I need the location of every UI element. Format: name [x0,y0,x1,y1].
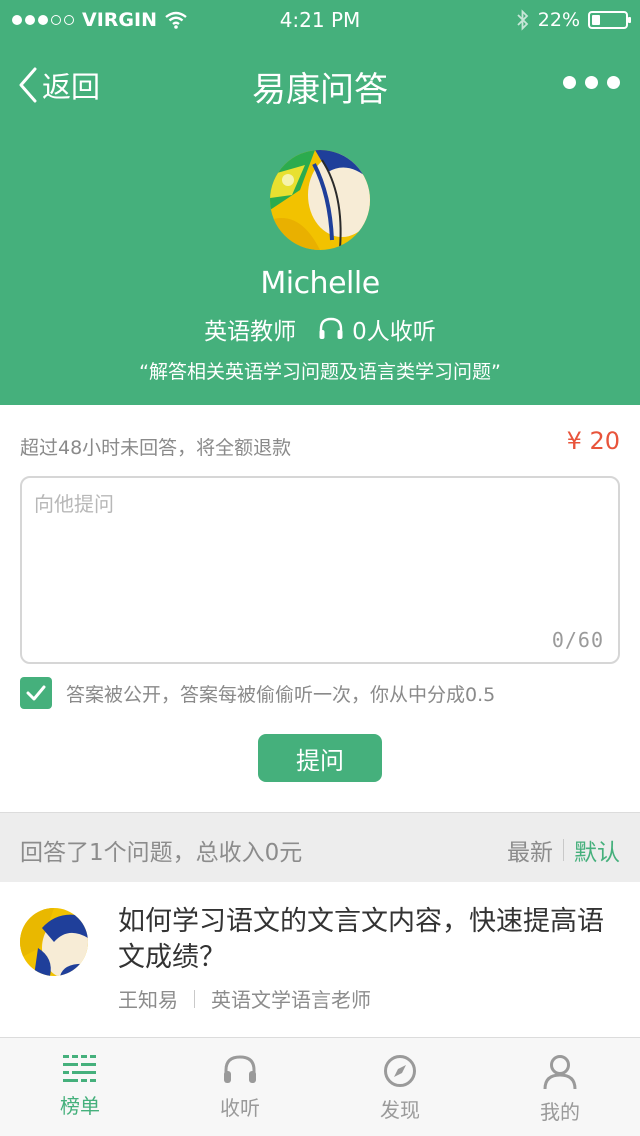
listeners-label: 0人收听 [352,319,436,345]
tab-label: 榜单 [60,1094,100,1118]
question-meta: 王知易 英语文学语言老师 [118,984,371,1013]
agree-checkbox[interactable] [20,677,52,709]
question-input-box: 0/60 [20,476,620,664]
status-bar: VIRGIN 4:21 PM 22% [0,0,640,40]
expert-avatar[interactable] [270,150,370,250]
battery-group: 22% [516,8,631,32]
listeners-count: 0人收听 [318,312,436,346]
more-dot-icon [563,76,576,89]
profile-header: VIRGIN 4:21 PM 22% 返回 易康问答 Michelle 英语教师… [0,0,640,405]
sort-default-button[interactable]: 默认 [574,833,620,867]
expert-role: 英语教师 [204,319,297,345]
tab-label: 发现 [380,1098,420,1122]
question-price: ¥ 20 [566,427,620,455]
question-input[interactable] [34,488,606,628]
question-author-title: 英语文学语言老师 [211,988,371,1012]
answers-summary: 回答了1个问题，总收入0元 [20,840,303,866]
list-icon [63,1055,96,1082]
submit-question-button[interactable]: 提问 [258,734,382,782]
sort-options: 最新 默认 [507,833,620,867]
expert-intro: “解答相关英语学习问题及语言类学习问题” [139,361,501,383]
tab-profile[interactable]: 我的 [480,1038,640,1136]
expert-meta: 英语教师 0人收听 [0,312,640,346]
ask-section: 超过48小时未回答，将全额退款 ¥ 20 0/60 答案被公开，答案每被偷偷听一… [0,405,640,812]
more-dot-icon [585,76,598,89]
tab-label: 收听 [220,1096,260,1120]
tab-listen[interactable]: 收听 [160,1038,320,1136]
expert-name: Michelle [260,266,380,301]
person-icon [543,1055,577,1090]
tab-ranking[interactable]: 榜单 [0,1038,160,1136]
bluetooth-icon [517,9,529,31]
battery-percent: 22% [537,9,580,31]
question-avatar [20,908,88,976]
meta-divider [194,989,195,1008]
compass-icon [384,1055,416,1087]
headphones-icon [224,1055,256,1083]
page: VIRGIN 4:21 PM 22% 返回 易康问答 Michelle 英语教师… [0,0,640,1136]
tab-bar: 榜单 收听 发现 我的 [0,1037,640,1136]
headphones-icon [319,317,343,339]
question-list-item[interactable]: 如何学习语文的文言文内容，快速提高语文成绩？ 王知易 英语文学语言老师 [0,882,640,1037]
question-title: 如何学习语文的文言文内容，快速提高语文成绩？ [118,906,604,973]
public-agreement: 答案被公开，答案每被偷偷听一次，你从中分成0.5 [20,677,495,709]
tab-discover[interactable]: 发现 [320,1038,480,1136]
tab-label: 我的 [540,1100,580,1124]
battery-icon [588,11,631,29]
agree-text: 答案被公开，答案每被偷偷听一次，你从中分成0.5 [66,683,496,706]
more-options-button[interactable] [563,76,620,89]
char-counter: 0/60 [551,628,604,652]
sort-latest-button[interactable]: 最新 [507,833,553,867]
sort-divider [563,839,564,861]
refund-note: 超过48小时未回答，将全额退款 [20,437,292,459]
question-author: 王知易 [118,988,178,1012]
navigation-bar: 返回 易康问答 [0,40,640,130]
more-dot-icon [607,76,620,89]
checkmark-icon [26,685,46,701]
page-title: 易康问答 [252,70,388,110]
answers-summary-bar: 回答了1个问题，总收入0元 最新 默认 [0,812,640,882]
